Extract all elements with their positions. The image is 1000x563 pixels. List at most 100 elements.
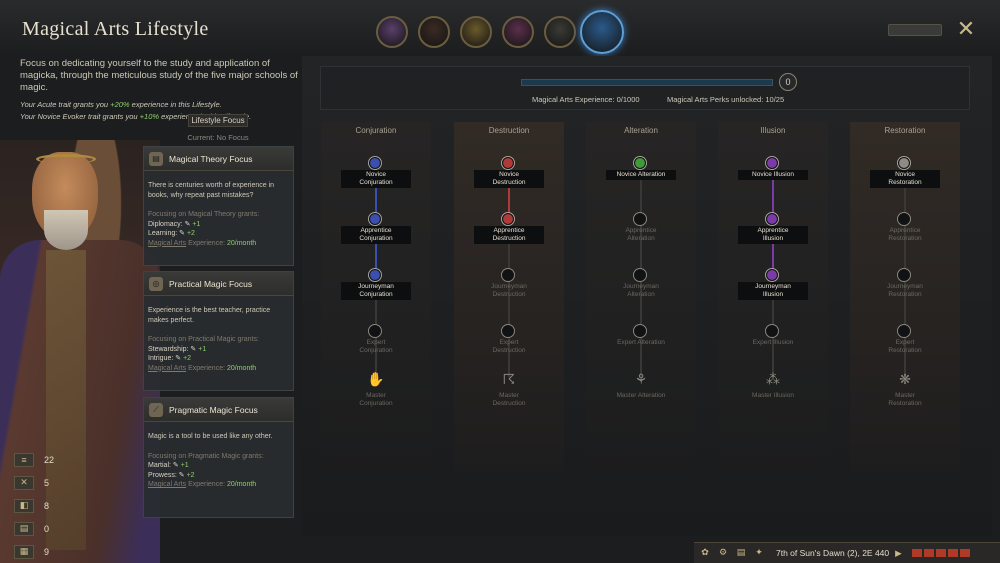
focus-card-grants: Focusing on Magical Theory grants: <box>148 211 260 218</box>
focus-card-body: Experience is the best teacher, practice… <box>144 296 293 377</box>
perk-label: Apprentice Restoration <box>888 227 922 242</box>
perk-node[interactable] <box>765 268 779 282</box>
circlet <box>36 154 96 164</box>
skill-icon: ✎ <box>182 220 193 228</box>
book-icon: ▤ <box>149 151 163 166</box>
speed-2-button[interactable] <box>923 549 934 557</box>
perk-node[interactable] <box>765 212 779 226</box>
experience-link[interactable]: Magical Arts <box>148 481 186 488</box>
portrait-6[interactable] <box>580 10 624 54</box>
stat-value: 9 <box>44 546 50 557</box>
portrait-2[interactable] <box>418 16 450 48</box>
star-icon[interactable]: ✦ <box>752 547 766 559</box>
claw-icon[interactable]: ☈ <box>499 369 519 389</box>
experience-text: Magical Arts Experience: 0/1000 <box>532 95 640 104</box>
school-illusion: Illusion Novice Illusion Apprentice Illusi… <box>718 122 828 472</box>
portrait-4[interactable] <box>502 16 534 48</box>
experience-link[interactable]: Magical Arts <box>148 240 186 247</box>
header-button[interactable] <box>888 24 942 36</box>
focus-card-body: Magic is a tool to be used like any othe… <box>144 422 293 494</box>
figure-icon[interactable]: ⚘ <box>631 369 651 389</box>
wings-icon[interactable]: ❋ <box>895 369 915 389</box>
focus-card[interactable]: ▤ Magical Theory Focus There is centuries … <box>143 146 294 266</box>
perk-node[interactable] <box>633 324 647 338</box>
perk-node[interactable] <box>633 156 647 170</box>
close-icon[interactable]: ✕ <box>954 18 978 42</box>
experience-link[interactable]: Magical Arts <box>148 365 186 372</box>
perk-label: Expert Illusion <box>752 339 794 346</box>
perk-node[interactable] <box>633 212 647 226</box>
portrait-3[interactable] <box>460 16 492 48</box>
speed-controls <box>911 549 972 557</box>
perk-label: Apprentice Destruction <box>474 226 544 244</box>
bottom-bar: ✿ ⚙ ▤ ✦ 7th of Sun's Dawn (2), 2E 440 ▶ <box>694 542 1000 563</box>
character-stats: ≡ 22 ✕ 5 ◧ 8 ▤ 0 ▦ 9 <box>14 448 64 563</box>
focus-card-experience: Magical Arts Experience: 20/month <box>148 364 289 374</box>
perk-node[interactable] <box>765 324 779 338</box>
play-icon[interactable]: ▶ <box>895 548 902 559</box>
skill-icon: ✎ <box>176 471 187 479</box>
skill-icon: ✎ <box>188 345 199 353</box>
skill-name: Prowess: <box>148 471 177 479</box>
focus-card-body: There is centuries worth of experience i… <box>144 171 293 252</box>
perk-node[interactable] <box>501 212 515 226</box>
skill-value: +2 <box>186 471 195 479</box>
perk-node[interactable] <box>897 268 911 282</box>
master-perk-label: Master Destruction <box>492 392 526 407</box>
portrait-1[interactable] <box>376 16 408 48</box>
skill-bonus: Learning: ✎ +2 <box>148 229 289 239</box>
gear-icon[interactable]: ⚙ <box>716 547 730 559</box>
focus-card[interactable]: ◎ Practical Magic Focus Experience is the … <box>143 271 294 391</box>
focus-card-experience: Magical Arts Experience: 20/month <box>148 480 289 490</box>
scroll-icon: ≡ <box>14 452 34 467</box>
speed-5-button[interactable] <box>959 549 970 557</box>
trait-bonus-2: Your Novice Evoker trait grants you +10%… <box>20 112 251 121</box>
character-beard <box>44 210 88 250</box>
skill-bonus: Intrigue: ✎ +2 <box>148 354 289 364</box>
tome-icon: ▦ <box>14 544 34 559</box>
experience-value: 20/month <box>226 481 257 488</box>
speed-3-button[interactable] <box>935 549 946 557</box>
skill-name: Stewardship: <box>148 345 189 353</box>
stat-row: ◧ 8 <box>14 494 64 517</box>
game-date: 7th of Sun's Dawn (2), 2E 440 <box>776 548 890 558</box>
portrait-5[interactable] <box>544 16 576 48</box>
top-bar: Magical Arts Lifestyle ✕ <box>0 0 1000 56</box>
perk-node[interactable] <box>368 324 382 338</box>
master-perk-label: Master Restoration <box>888 392 922 407</box>
perk-node[interactable] <box>897 156 911 170</box>
book-icon[interactable]: ▤ <box>734 547 748 559</box>
skill-bonus: Stewardship: ✎ +1 <box>148 345 289 355</box>
perk-node[interactable] <box>897 324 911 338</box>
orbs-icon[interactable]: ⁂ <box>763 369 783 389</box>
perk-node[interactable] <box>765 156 779 170</box>
school-restoration: Restoration Novice Restoration Apprentice … <box>850 122 960 472</box>
perk-node[interactable] <box>368 268 382 282</box>
perk-node[interactable] <box>633 268 647 282</box>
hand-icon[interactable]: ✋ <box>366 369 386 389</box>
school-title: Alteration <box>624 126 658 135</box>
school-title: Restoration <box>884 126 926 135</box>
perk-points-counter: 0 <box>779 73 797 91</box>
skill-name: Martial: <box>148 462 171 469</box>
focus-card-experience: Magical Arts Experience: 20/month <box>148 239 289 249</box>
page-title: Magical Arts Lifestyle <box>22 18 209 40</box>
speed-1-button[interactable] <box>911 549 922 557</box>
experience-label: Experience: <box>186 364 227 372</box>
perk-node[interactable] <box>501 156 515 170</box>
school-title: Illusion <box>760 126 786 135</box>
speed-4-button[interactable] <box>947 549 958 557</box>
focus-card-header: ▤ Magical Theory Focus <box>144 147 293 171</box>
perk-node[interactable] <box>897 212 911 226</box>
focus-card[interactable]: ⟋ Pragmatic Magic Focus Magic is a tool to… <box>143 397 294 518</box>
perk-node[interactable] <box>501 268 515 282</box>
perk-node[interactable] <box>368 156 382 170</box>
settings-icon[interactable]: ✿ <box>698 547 712 559</box>
perk-node[interactable] <box>368 212 382 226</box>
perk-node[interactable] <box>501 324 515 338</box>
master-perk-label: Master Illusion <box>752 392 794 399</box>
master-perk-label: Master Alteration <box>616 392 666 399</box>
perk-label: Expert Destruction <box>492 339 526 354</box>
perk-label: Journeyman Illusion <box>738 282 808 300</box>
skill-bonus: Martial: ✎ +1 <box>148 461 289 471</box>
